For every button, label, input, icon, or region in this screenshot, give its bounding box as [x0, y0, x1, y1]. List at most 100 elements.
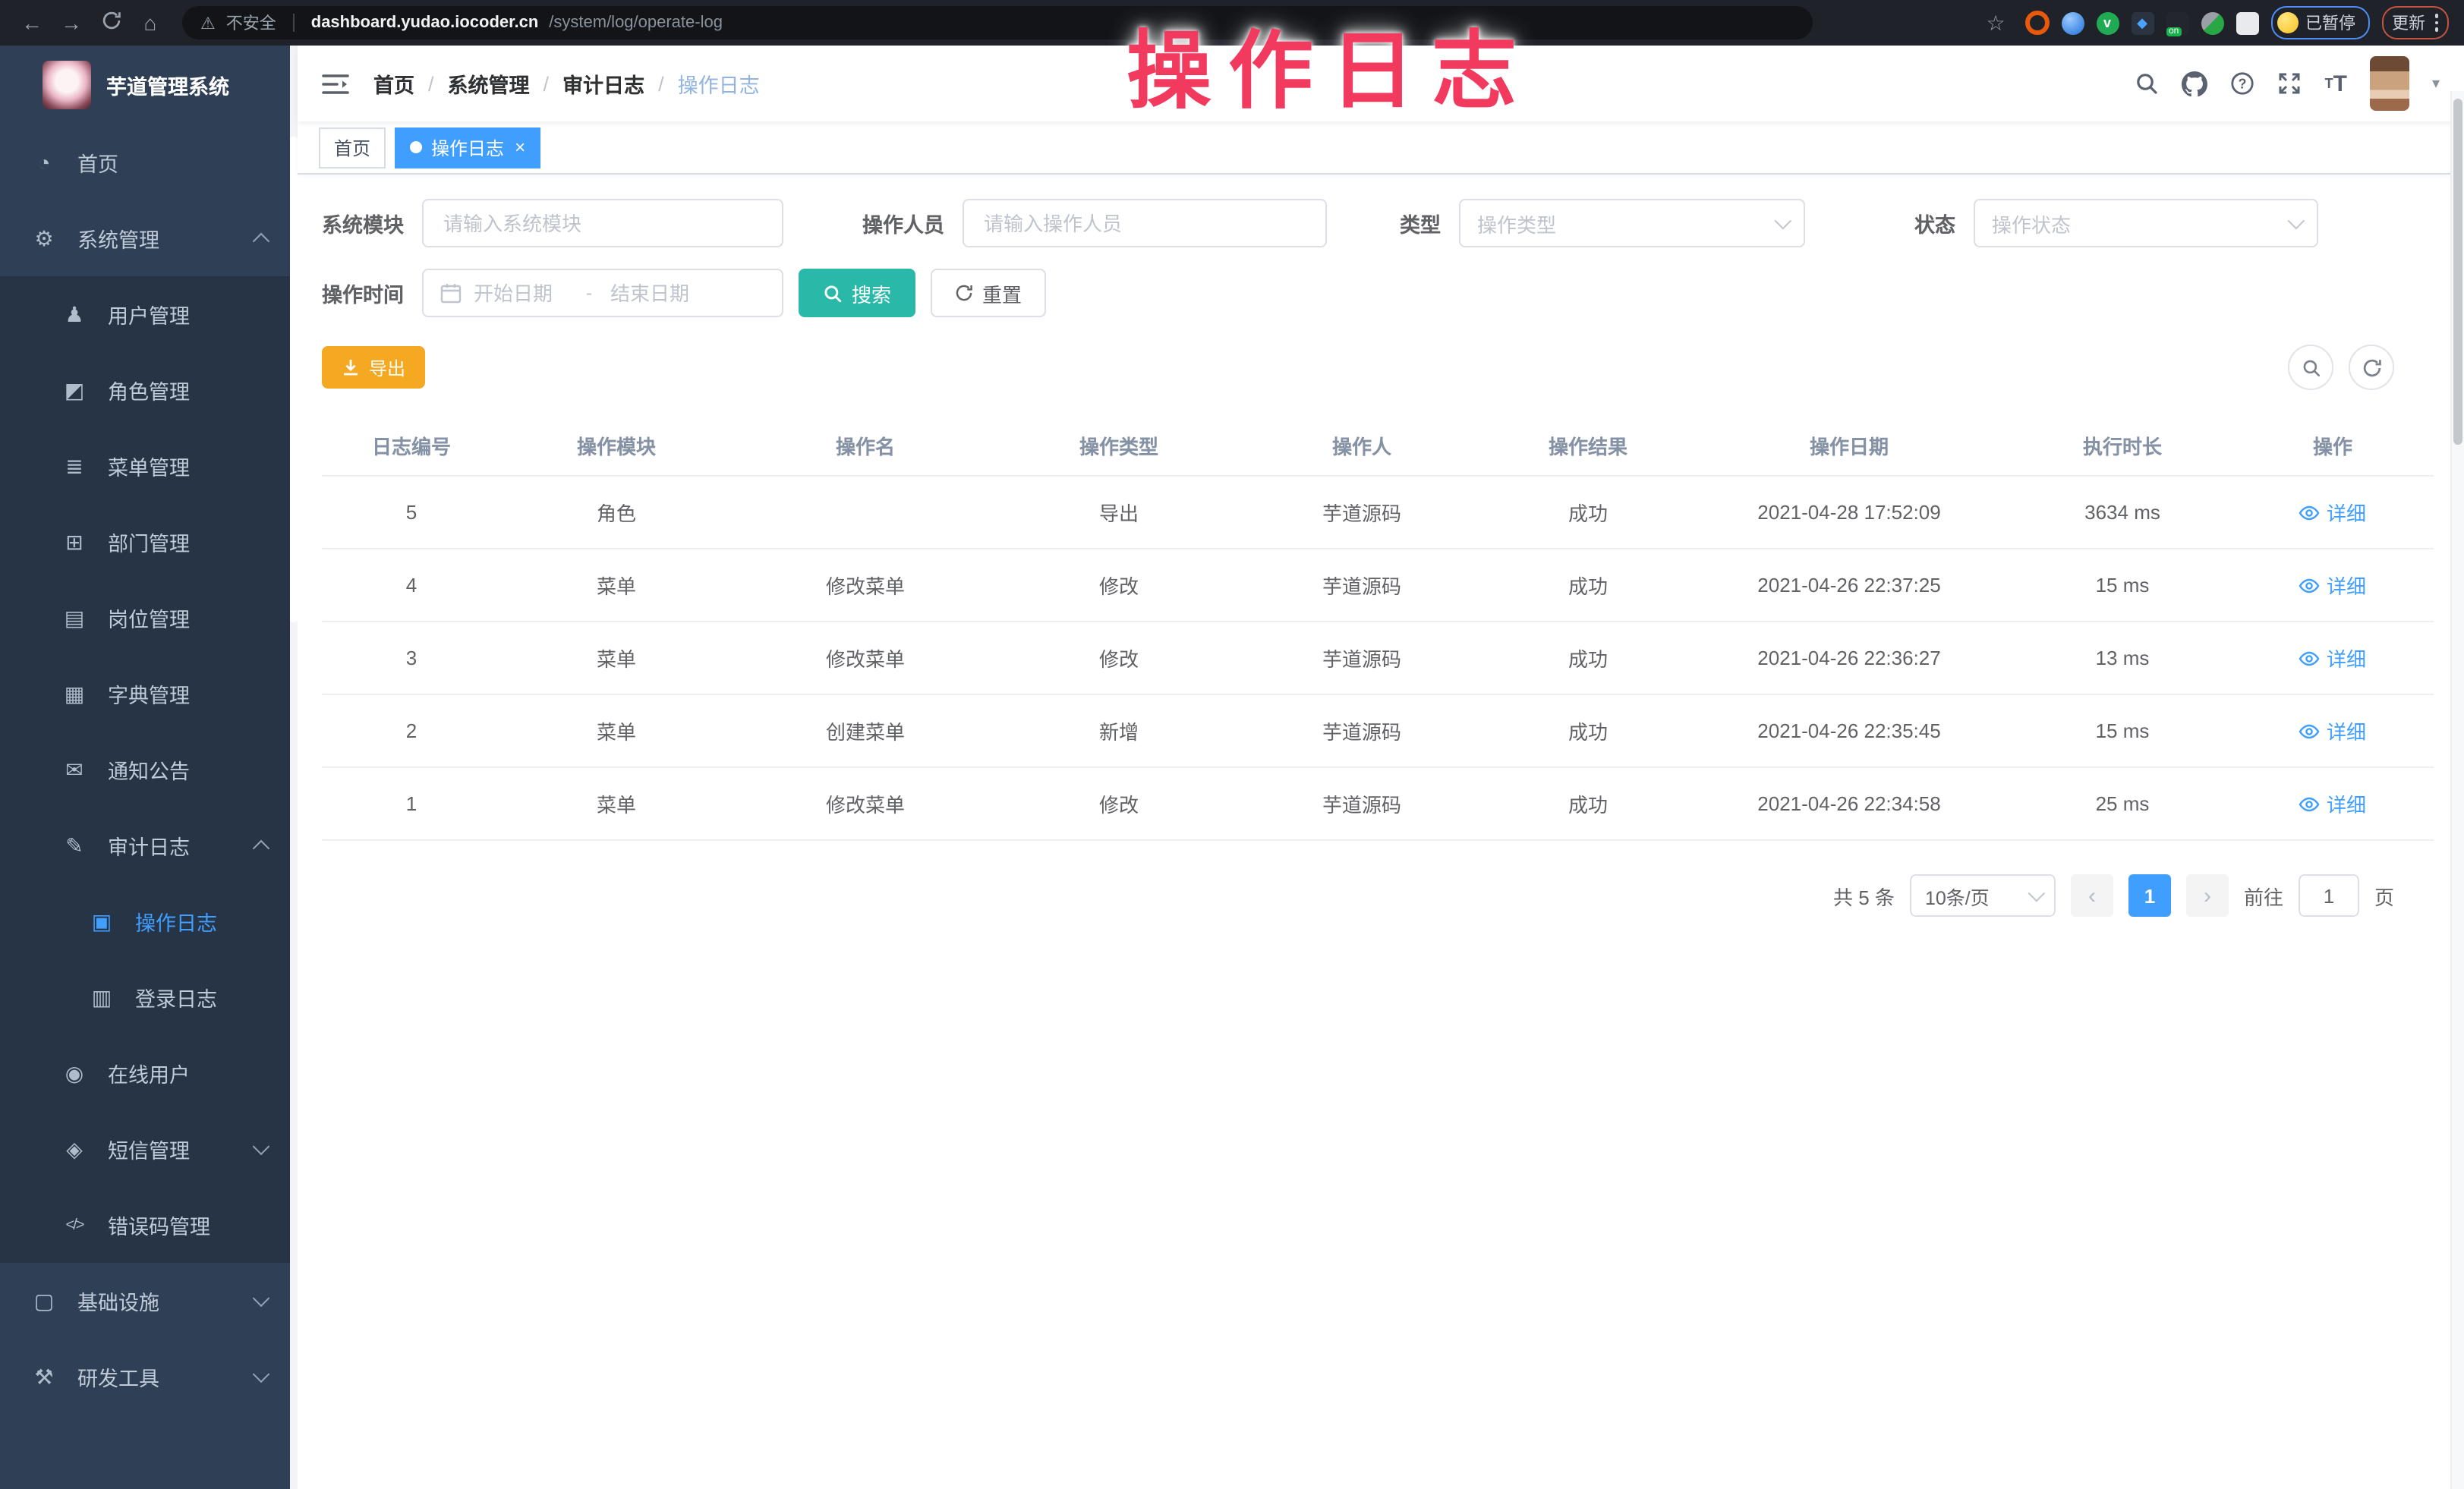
goto-page-input[interactable] — [2299, 874, 2359, 917]
sidebar-item-dev-tools[interactable]: ⚒ 研发工具 — [0, 1339, 298, 1415]
extension-icon[interactable] — [2024, 11, 2049, 35]
sidebar-item-error-codes[interactable]: </> 错误码管理 — [0, 1187, 298, 1263]
tag-home[interactable]: 首页 — [319, 127, 386, 168]
detail-link[interactable]: 详细 — [2299, 716, 2366, 745]
profile-paused-pill[interactable]: 已暂停 — [2270, 6, 2369, 39]
detail-link[interactable]: 详细 — [2299, 498, 2366, 527]
cell-date: 2021-04-26 22:37:25 — [1691, 574, 2007, 597]
operator-input[interactable] — [981, 210, 1309, 236]
bookmark-star-icon[interactable]: ☆ — [1979, 0, 2012, 46]
extension-icon[interactable] — [2061, 11, 2084, 34]
code-icon: </> — [61, 1217, 88, 1233]
eye-icon — [2299, 650, 2321, 666]
sidebar-item-operate-log[interactable]: ▣ 操作日志 — [0, 883, 298, 959]
help-icon[interactable]: ? — [2231, 71, 2255, 96]
chevron-down-icon — [253, 1289, 270, 1307]
search-button[interactable]: 搜索 — [799, 269, 915, 317]
sidebar-collapse-icon[interactable] — [322, 72, 349, 95]
paused-label: 已暂停 — [2305, 11, 2355, 35]
reset-button-label: 重置 — [982, 279, 1022, 307]
start-date-input[interactable] — [471, 280, 571, 306]
operate-log-table: 日志编号 操作模块 操作名 操作类型 操作人 操作结果 操作日期 执行时长 操作… — [322, 414, 2434, 841]
page-size-select[interactable]: 10条/页 — [1910, 874, 2056, 917]
search-button-label: 搜索 — [852, 279, 891, 307]
fullscreen-icon[interactable] — [2278, 71, 2302, 96]
extension-icon[interactable]: ◆ — [2131, 11, 2154, 34]
github-icon[interactable] — [2182, 71, 2208, 96]
breadcrumb-item[interactable]: 首页 — [373, 68, 414, 99]
reload-icon[interactable] — [94, 0, 128, 46]
sidebar-item-infrastructure[interactable]: ▢ 基础设施 — [0, 1263, 298, 1339]
browser-menu-kebab-icon[interactable] — [2434, 14, 2438, 32]
browser-toolbar-right: ☆ v ◆ 已暂停 更新 — [1979, 0, 2449, 46]
sidebar-item-roles[interactable]: ◩ 角色管理 — [0, 352, 298, 428]
sidebar-item-system[interactable]: ⚙ 系统管理 — [0, 200, 298, 276]
extension-icon[interactable] — [2166, 11, 2188, 34]
export-button[interactable]: 导出 — [322, 346, 425, 389]
breadcrumb-item[interactable]: 审计日志 — [562, 68, 644, 99]
tag-operate-log[interactable]: 操作日志 × — [395, 127, 540, 168]
detail-link[interactable]: 详细 — [2299, 644, 2366, 672]
app-logo[interactable]: 芋道管理系统 — [0, 46, 298, 124]
tags-view-bar: 首页 操作日志 × — [298, 121, 2464, 175]
prev-page-button[interactable]: ‹ — [2071, 874, 2113, 917]
forward-icon[interactable]: → — [55, 0, 88, 46]
close-icon[interactable]: × — [515, 137, 525, 158]
sidebar-item-label: 错误码管理 — [108, 1210, 210, 1240]
back-icon[interactable]: ← — [15, 0, 49, 46]
next-page-button[interactable]: › — [2186, 874, 2229, 917]
sidebar-item-audit-log[interactable]: ✎ 审计日志 — [0, 807, 298, 883]
sidebar-item-label: 在线用户 — [108, 1058, 190, 1088]
address-bar[interactable]: ⚠ 不安全 dashboard.yudao.iocoder.cn/system/… — [182, 6, 1813, 39]
home-icon[interactable]: ⌂ — [134, 0, 167, 46]
avatar-caret-down-icon[interactable]: ▾ — [2432, 75, 2440, 92]
sidebar-submenu-system: ♟ 用户管理 ◩ 角色管理 ≣ 菜单管理 ⊞ 部门管理 ▤ 岗位管理 — [0, 276, 298, 1263]
column-header: 操作日期 — [1691, 430, 2007, 459]
sidebar-item-dictionary[interactable]: ▦ 字典管理 — [0, 656, 298, 732]
extension-icon[interactable]: v — [2096, 11, 2119, 34]
detail-link[interactable]: 详细 — [2299, 789, 2366, 818]
sidebar-item-departments[interactable]: ⊞ 部门管理 — [0, 504, 298, 580]
extensions-puzzle-icon[interactable] — [2236, 11, 2258, 34]
status-placeholder: 操作状态 — [1992, 209, 2279, 238]
sidebar-item-menus[interactable]: ≣ 菜单管理 — [0, 428, 298, 504]
logo-image — [43, 61, 91, 109]
refresh-icon[interactable] — [2349, 345, 2394, 390]
search-icon[interactable] — [2135, 71, 2160, 96]
page-scrollbar[interactable] — [2450, 91, 2464, 1489]
page-scrollbar-thumb[interactable] — [2453, 99, 2462, 445]
sidebar-item-notices[interactable]: ✉ 通知公告 — [0, 732, 298, 807]
module-input[interactable] — [440, 210, 765, 236]
browser-chrome: ← → ⌂ ⚠ 不安全 dashboard.yudao.iocoder.cn/s… — [0, 0, 2464, 46]
sidebar-item-sms[interactable]: ◈ 短信管理 — [0, 1111, 298, 1187]
detail-link[interactable]: 详细 — [2299, 571, 2366, 600]
gear-icon: ⚙ — [30, 225, 58, 251]
sidebar-item-online-users[interactable]: ◉ 在线用户 — [0, 1035, 298, 1111]
table-row: 5 角色 导出 芋道源码 成功 2021-04-28 17:52:09 3634… — [322, 477, 2434, 549]
cell-operator: 芋道源码 — [1239, 571, 1485, 600]
sidebar-scrollbar-thumb[interactable] — [290, 137, 298, 622]
eye-icon — [2299, 723, 2321, 738]
user-avatar[interactable] — [2370, 56, 2409, 111]
sidebar-item-login-log[interactable]: ▥ 登录日志 — [0, 959, 298, 1035]
breadcrumb-item[interactable]: 系统管理 — [448, 68, 530, 99]
font-size-icon[interactable]: TT — [2325, 72, 2347, 95]
current-page-button[interactable]: 1 — [2128, 874, 2171, 917]
table-row: 3 菜单 修改菜单 修改 芋道源码 成功 2021-04-26 22:36:27… — [322, 622, 2434, 695]
type-select[interactable]: 操作类型 — [1459, 199, 1805, 247]
chevron-down-icon — [1775, 212, 1792, 230]
status-select[interactable]: 操作状态 — [1974, 199, 2318, 247]
sidebar-item-home[interactable]: ◔ 首页 — [0, 124, 298, 200]
reset-button[interactable]: 重置 — [931, 269, 1046, 317]
sidebar-item-label: 用户管理 — [108, 299, 190, 329]
date-range-picker[interactable]: - — [422, 269, 783, 317]
cell-module: 角色 — [501, 498, 732, 527]
sidebar-item-posts[interactable]: ▤ 岗位管理 — [0, 580, 298, 656]
extension-icon[interactable] — [2201, 11, 2223, 34]
end-date-input[interactable] — [607, 280, 707, 306]
sidebar-item-label: 基础设施 — [77, 1286, 159, 1316]
toggle-search-icon[interactable] — [2288, 345, 2333, 390]
browser-update-button[interactable]: 更新 — [2381, 6, 2449, 39]
sidebar-item-label: 审计日志 — [108, 830, 190, 861]
sidebar-item-users[interactable]: ♟ 用户管理 — [0, 276, 298, 352]
